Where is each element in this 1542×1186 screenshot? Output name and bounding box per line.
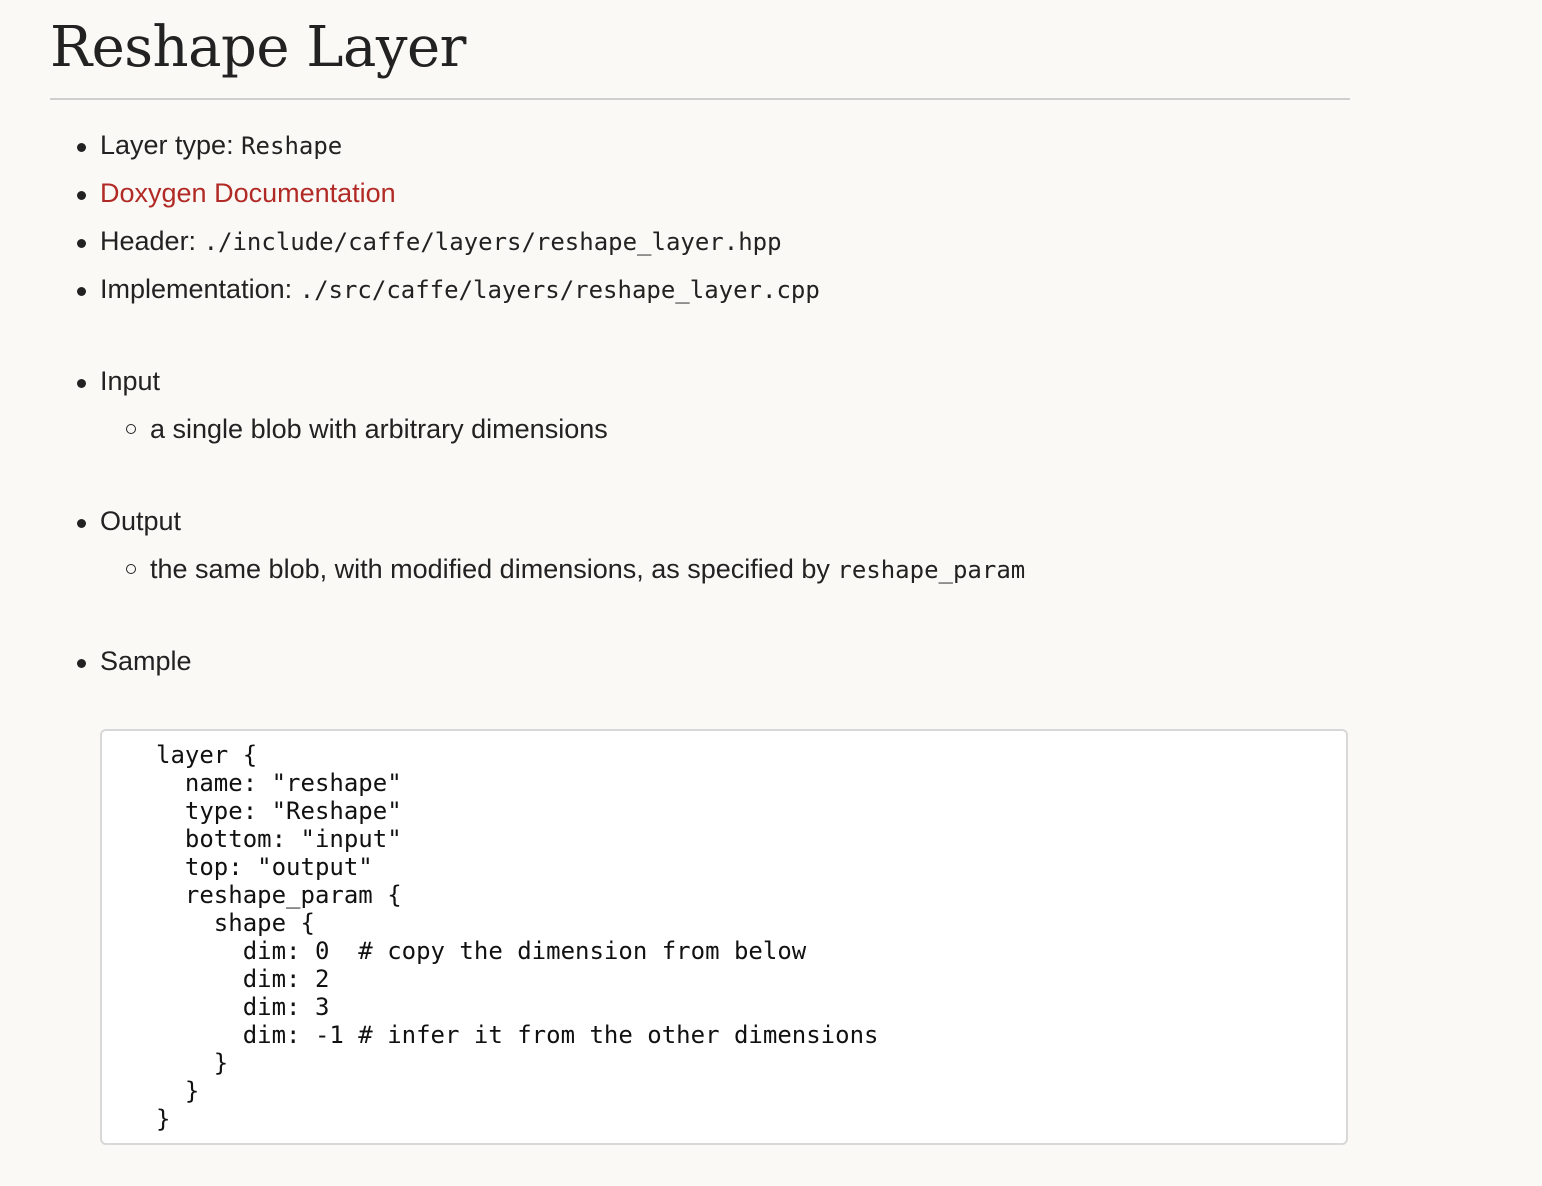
- layer-type-label: Layer type:: [100, 130, 234, 160]
- header-item: Header: ./include/caffe/layers/reshape_l…: [50, 224, 1350, 259]
- output-item: Output the same blob, with modified dime…: [50, 504, 1350, 587]
- layer-type-item: Layer type: Reshape: [50, 128, 1350, 163]
- output-description: the same blob, with modified dimensions,…: [100, 552, 1350, 587]
- sample-item: Sample: [50, 644, 1350, 678]
- implementation-path: ./src/caffe/layers/reshape_layer.cpp: [299, 276, 820, 304]
- doxygen-item: Doxygen Documentation: [50, 176, 1350, 210]
- title-divider: [50, 98, 1350, 100]
- input-sublist: a single blob with arbitrary dimensions: [100, 412, 1350, 446]
- header-path: ./include/caffe/layers/reshape_layer.hpp: [203, 228, 782, 256]
- doxygen-documentation-link[interactable]: Doxygen Documentation: [100, 178, 396, 208]
- output-label: Output: [100, 506, 182, 536]
- output-description-text: the same blob, with modified dimensions,…: [150, 554, 830, 584]
- page-title: Reshape Layer: [50, 15, 466, 80]
- page-content: Reshape Layer Layer type: Reshape Doxyge…: [50, 0, 1350, 1145]
- layer-type-value: Reshape: [241, 132, 343, 160]
- reshape-param-code: reshape_param: [837, 556, 1026, 584]
- header-label: Header:: [100, 226, 197, 256]
- implementation-label: Implementation:: [100, 274, 293, 304]
- input-item: Input a single blob with arbitrary dimen…: [50, 364, 1350, 446]
- sample-code-block: layer { name: "reshape" type: "Reshape" …: [100, 729, 1348, 1145]
- implementation-item: Implementation: ./src/caffe/layers/resha…: [50, 272, 1350, 307]
- input-label: Input: [100, 366, 161, 396]
- sample-label: Sample: [100, 646, 192, 676]
- output-sublist: the same blob, with modified dimensions,…: [100, 552, 1350, 587]
- input-description: a single blob with arbitrary dimensions: [100, 412, 1350, 446]
